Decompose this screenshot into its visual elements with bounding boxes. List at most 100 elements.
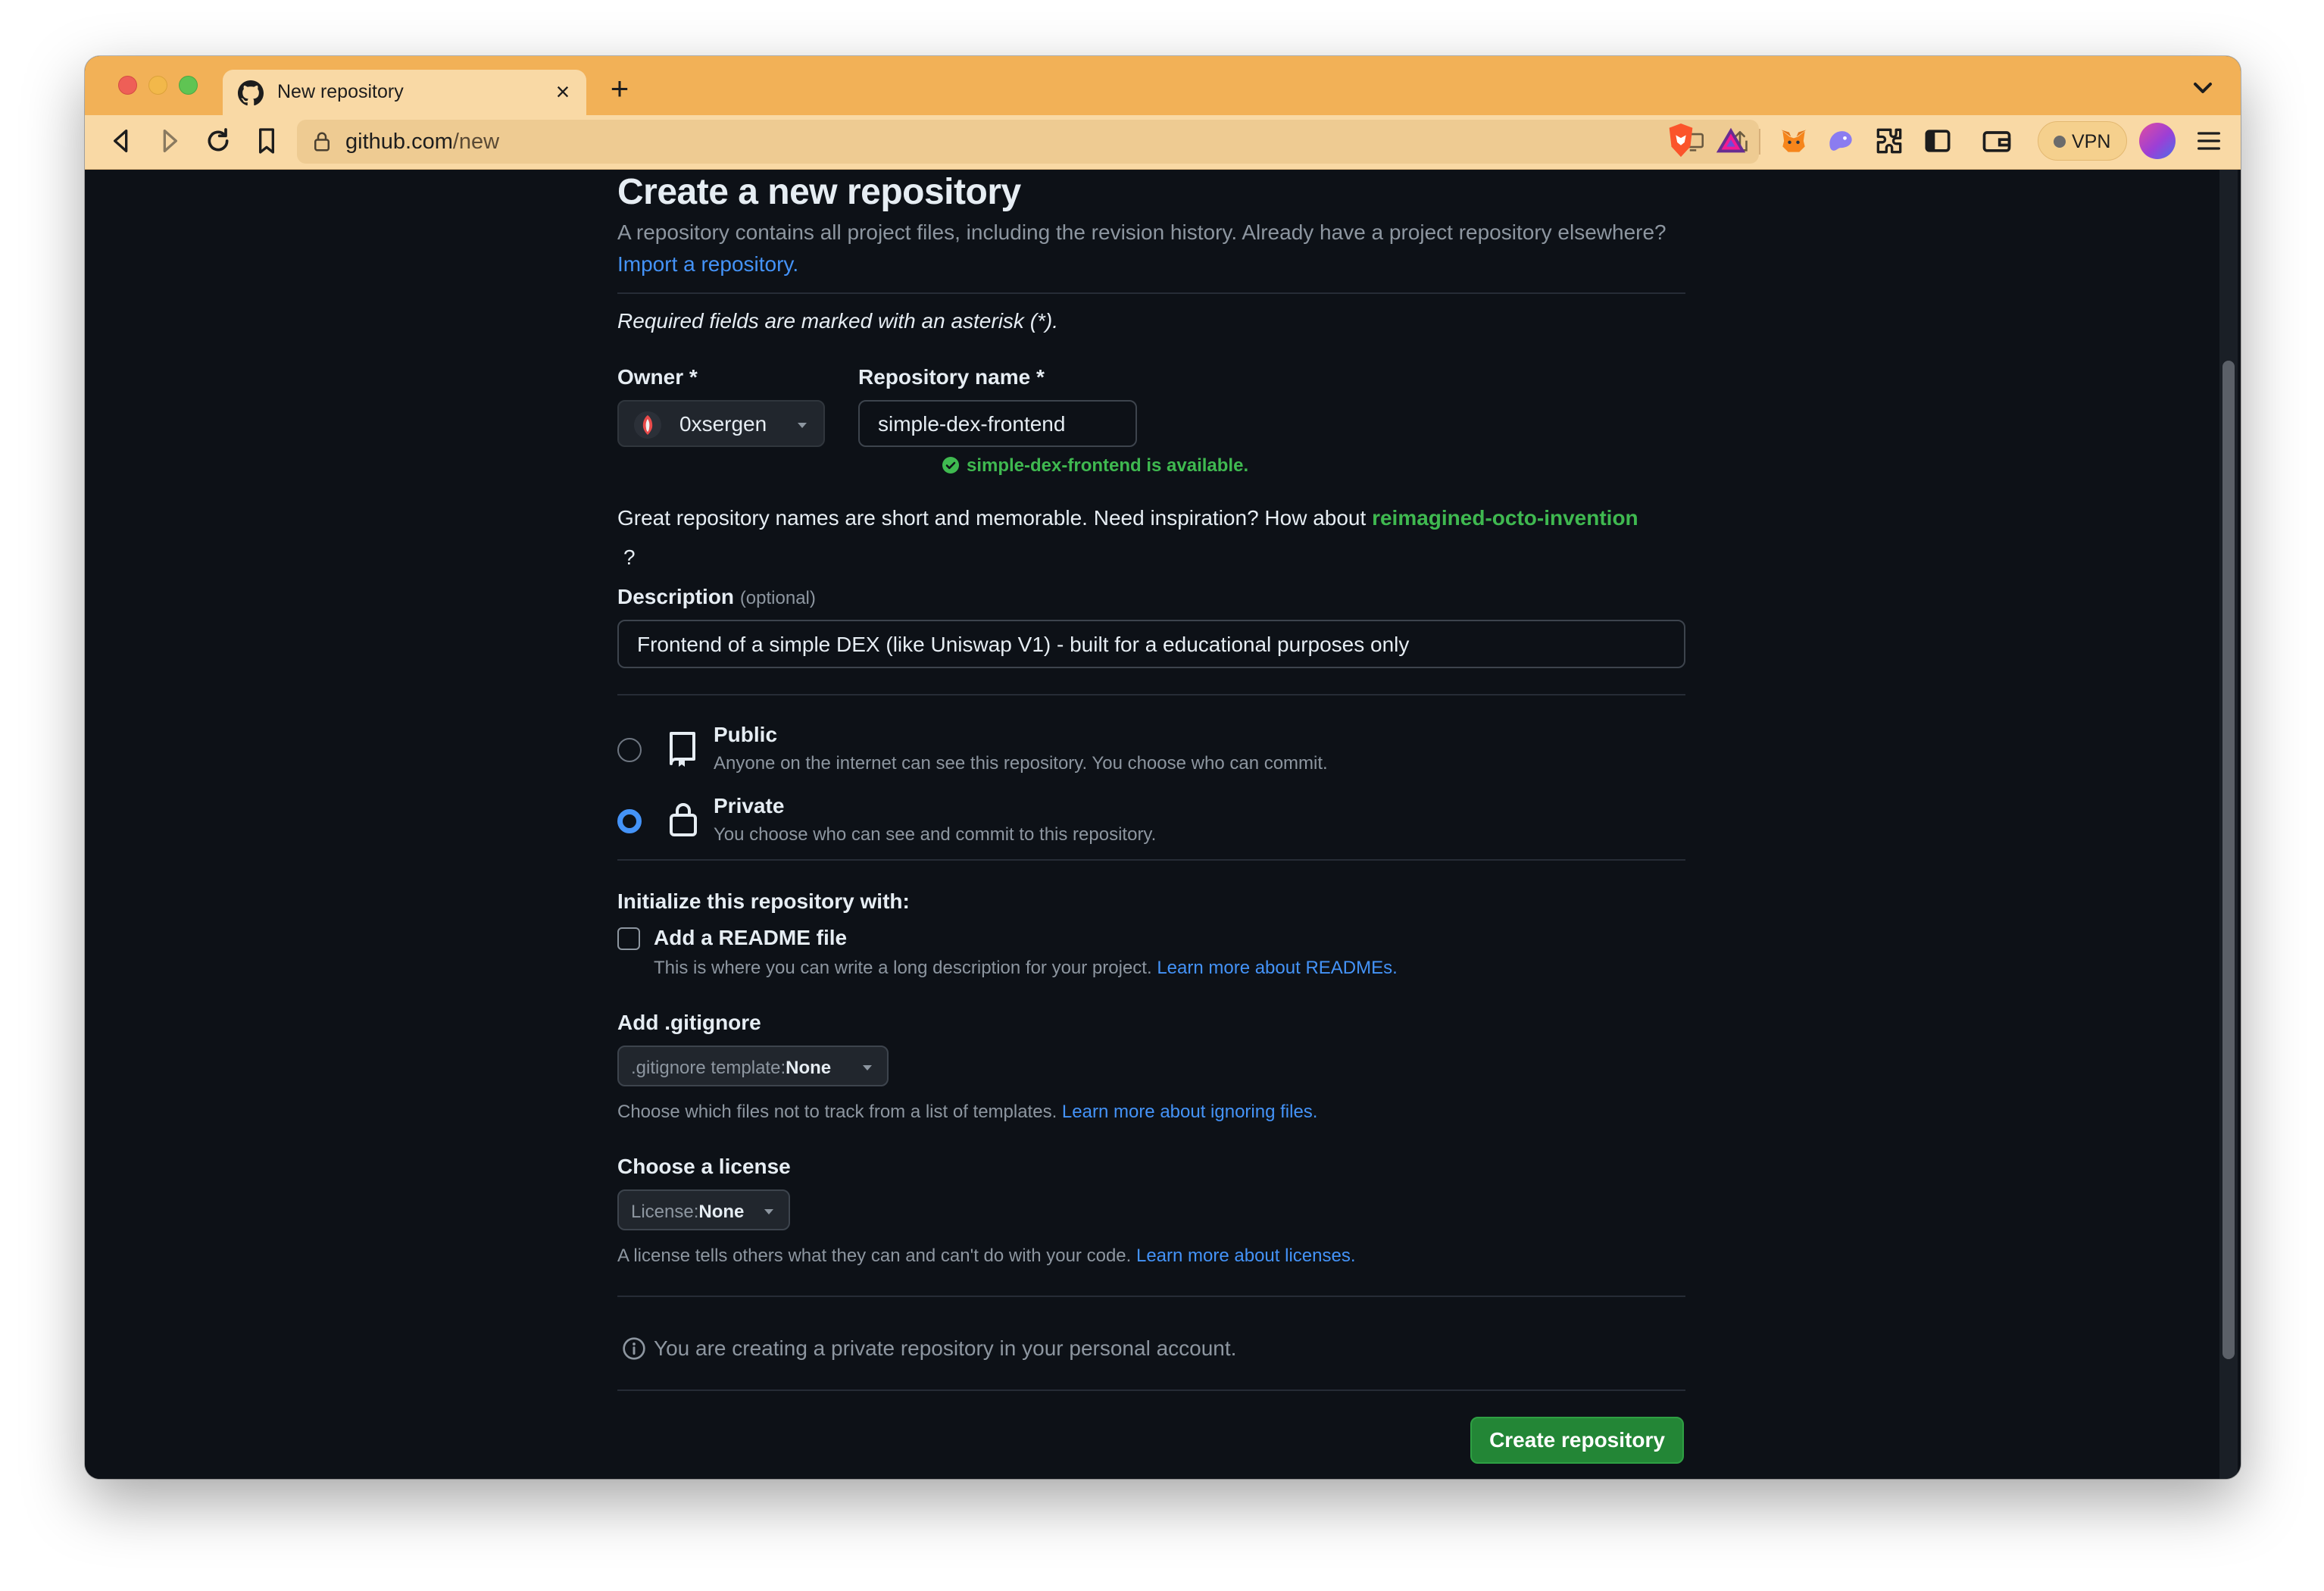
gitignore-value: None — [786, 1058, 832, 1078]
close-window-button[interactable] — [118, 76, 137, 95]
url-host: github.com — [345, 130, 453, 154]
license-title: Choose a license — [617, 1155, 791, 1178]
browser-window: New repository × + github.com/new VPN Cr… — [85, 56, 2241, 1479]
add-readme-label[interactable]: Add a README file — [654, 926, 847, 950]
tab-strip: New repository × + — [85, 56, 2241, 115]
public-description: Anyone on the internet can see this repo… — [714, 753, 1328, 774]
license-help-text: A license tells others what they can and… — [617, 1246, 1132, 1266]
name-inspiration: Great repository names are short and mem… — [617, 499, 1701, 577]
divider — [617, 1296, 1685, 1297]
private-title: Private — [714, 794, 785, 817]
lock-icon — [314, 132, 330, 152]
wallet-extension-icon[interactable] — [1824, 124, 1857, 158]
gitignore-dropdown-text: .gitignore template:None — [631, 1058, 831, 1079]
toolbar-separator — [1759, 129, 1760, 155]
tab-title: New repository — [277, 81, 404, 102]
gitignore-help-text: Choose which files not to track from a l… — [617, 1102, 1057, 1122]
description-input[interactable]: Frontend of a simple DEX (like Uniswap V… — [617, 620, 1685, 668]
inspiration-end: ? — [623, 545, 636, 569]
scrollbar-thumb[interactable] — [2222, 361, 2235, 1359]
availability-message: simple-dex-frontend is available. — [967, 455, 1249, 476]
private-description: You choose who can see and commit to thi… — [714, 824, 1157, 845]
initialize-title: Initialize this repository with: — [617, 889, 910, 913]
page-content — [85, 170, 2241, 1479]
owner-avatar — [634, 411, 661, 439]
vpn-button[interactable]: VPN — [2038, 121, 2127, 161]
description-optional: (optional) — [739, 588, 816, 608]
divider — [617, 1389, 1685, 1391]
brave-shield-icon[interactable] — [1663, 120, 1698, 162]
page-lead: A repository contains all project files,… — [617, 217, 1693, 280]
caret-down-icon — [798, 423, 807, 428]
repository-name-value: simple-dex-frontend — [878, 412, 1066, 436]
new-tab-button[interactable]: + — [600, 70, 639, 109]
inspiration-text: Great repository names are short and mem… — [617, 506, 1367, 530]
description-label: Description (optional) — [617, 585, 816, 609]
owner-name: 0xsergen — [679, 412, 767, 436]
gitignore-prefix: .gitignore template: — [631, 1058, 786, 1078]
create-repository-button[interactable]: Create repository — [1470, 1417, 1684, 1464]
private-info-message: You are creating a private repository in… — [654, 1336, 1237, 1360]
caret-down-icon — [863, 1065, 872, 1071]
add-readme-checkbox[interactable] — [617, 927, 640, 950]
tab-new-repository[interactable]: New repository × — [223, 70, 586, 115]
metamask-icon[interactable] — [1777, 124, 1810, 158]
gitignore-template-dropdown[interactable]: .gitignore template:None — [617, 1046, 889, 1086]
github-icon — [238, 80, 264, 106]
license-prefix: License: — [631, 1202, 699, 1222]
license-help: A license tells others what they can and… — [617, 1246, 1355, 1267]
owner-label: Owner * — [617, 365, 698, 389]
repo-name-label: Repository name * — [858, 365, 1045, 389]
license-value: None — [698, 1202, 745, 1222]
required-note: Required fields are marked with an aster… — [617, 309, 1059, 333]
description-value: Frontend of a simple DEX (like Uniswap V… — [637, 633, 1410, 656]
vpn-status-icon — [2054, 136, 2066, 148]
repo-icon — [670, 732, 695, 767]
forward-icon[interactable] — [155, 126, 185, 156]
repository-name-input[interactable]: simple-dex-frontend — [858, 400, 1137, 447]
brave-rewards-icon[interactable] — [1713, 121, 1748, 161]
check-circle-icon — [942, 457, 959, 474]
info-icon — [623, 1337, 645, 1360]
divider — [617, 859, 1685, 861]
lock-icon — [670, 803, 697, 836]
import-repository-link[interactable]: Import a repository. — [617, 252, 798, 276]
public-title: Public — [714, 723, 778, 746]
suggested-name-link[interactable]: reimagined-octo-invention — [1372, 506, 1638, 530]
chevron-down-icon[interactable] — [2188, 73, 2218, 103]
sidebar-icon[interactable] — [1921, 124, 1954, 158]
wallet-icon[interactable] — [1980, 124, 2013, 158]
visibility-public-radio[interactable] — [617, 738, 642, 762]
gitignore-help: Choose which files not to track from a l… — [617, 1102, 1317, 1123]
readme-learn-more-link[interactable]: Learn more about READMEs. — [1157, 958, 1397, 978]
gitignore-title: Add .gitignore — [617, 1011, 761, 1034]
divider — [617, 694, 1685, 695]
address-bar[interactable]: github.com/new — [297, 120, 1759, 164]
gitignore-learn-more-link[interactable]: Learn more about ignoring files. — [1062, 1102, 1318, 1122]
minimize-window-button[interactable] — [148, 76, 167, 95]
divider — [617, 292, 1685, 294]
vpn-label: VPN — [2072, 131, 2111, 152]
readme-description: This is where you can write a long descr… — [654, 958, 1398, 979]
reload-icon[interactable] — [203, 126, 233, 156]
page-title: Create a new repository — [617, 172, 1021, 212]
license-dropdown[interactable]: License:None — [617, 1189, 790, 1230]
zoom-window-button[interactable] — [179, 76, 198, 95]
owner-avatar-icon — [634, 411, 661, 439]
menu-icon[interactable] — [2194, 126, 2224, 156]
license-learn-more-link[interactable]: Learn more about licenses. — [1136, 1246, 1356, 1266]
url-text[interactable]: github.com/new — [345, 130, 499, 155]
back-icon[interactable] — [106, 126, 136, 156]
bookmark-icon[interactable] — [251, 126, 282, 156]
owner-select[interactable]: 0xsergen — [617, 400, 825, 447]
license-dropdown-text: License:None — [631, 1202, 744, 1223]
extensions-icon[interactable] — [1873, 124, 1906, 158]
url-path: /new — [452, 130, 500, 154]
close-icon[interactable]: × — [550, 77, 576, 106]
lead-text: A repository contains all project files,… — [617, 220, 1666, 244]
caret-down-icon — [764, 1209, 773, 1214]
description-label-text: Description — [617, 585, 735, 608]
readme-help-text: This is where you can write a long descr… — [654, 958, 1152, 978]
profile-avatar[interactable] — [2139, 123, 2176, 159]
visibility-private-radio[interactable] — [617, 809, 642, 833]
